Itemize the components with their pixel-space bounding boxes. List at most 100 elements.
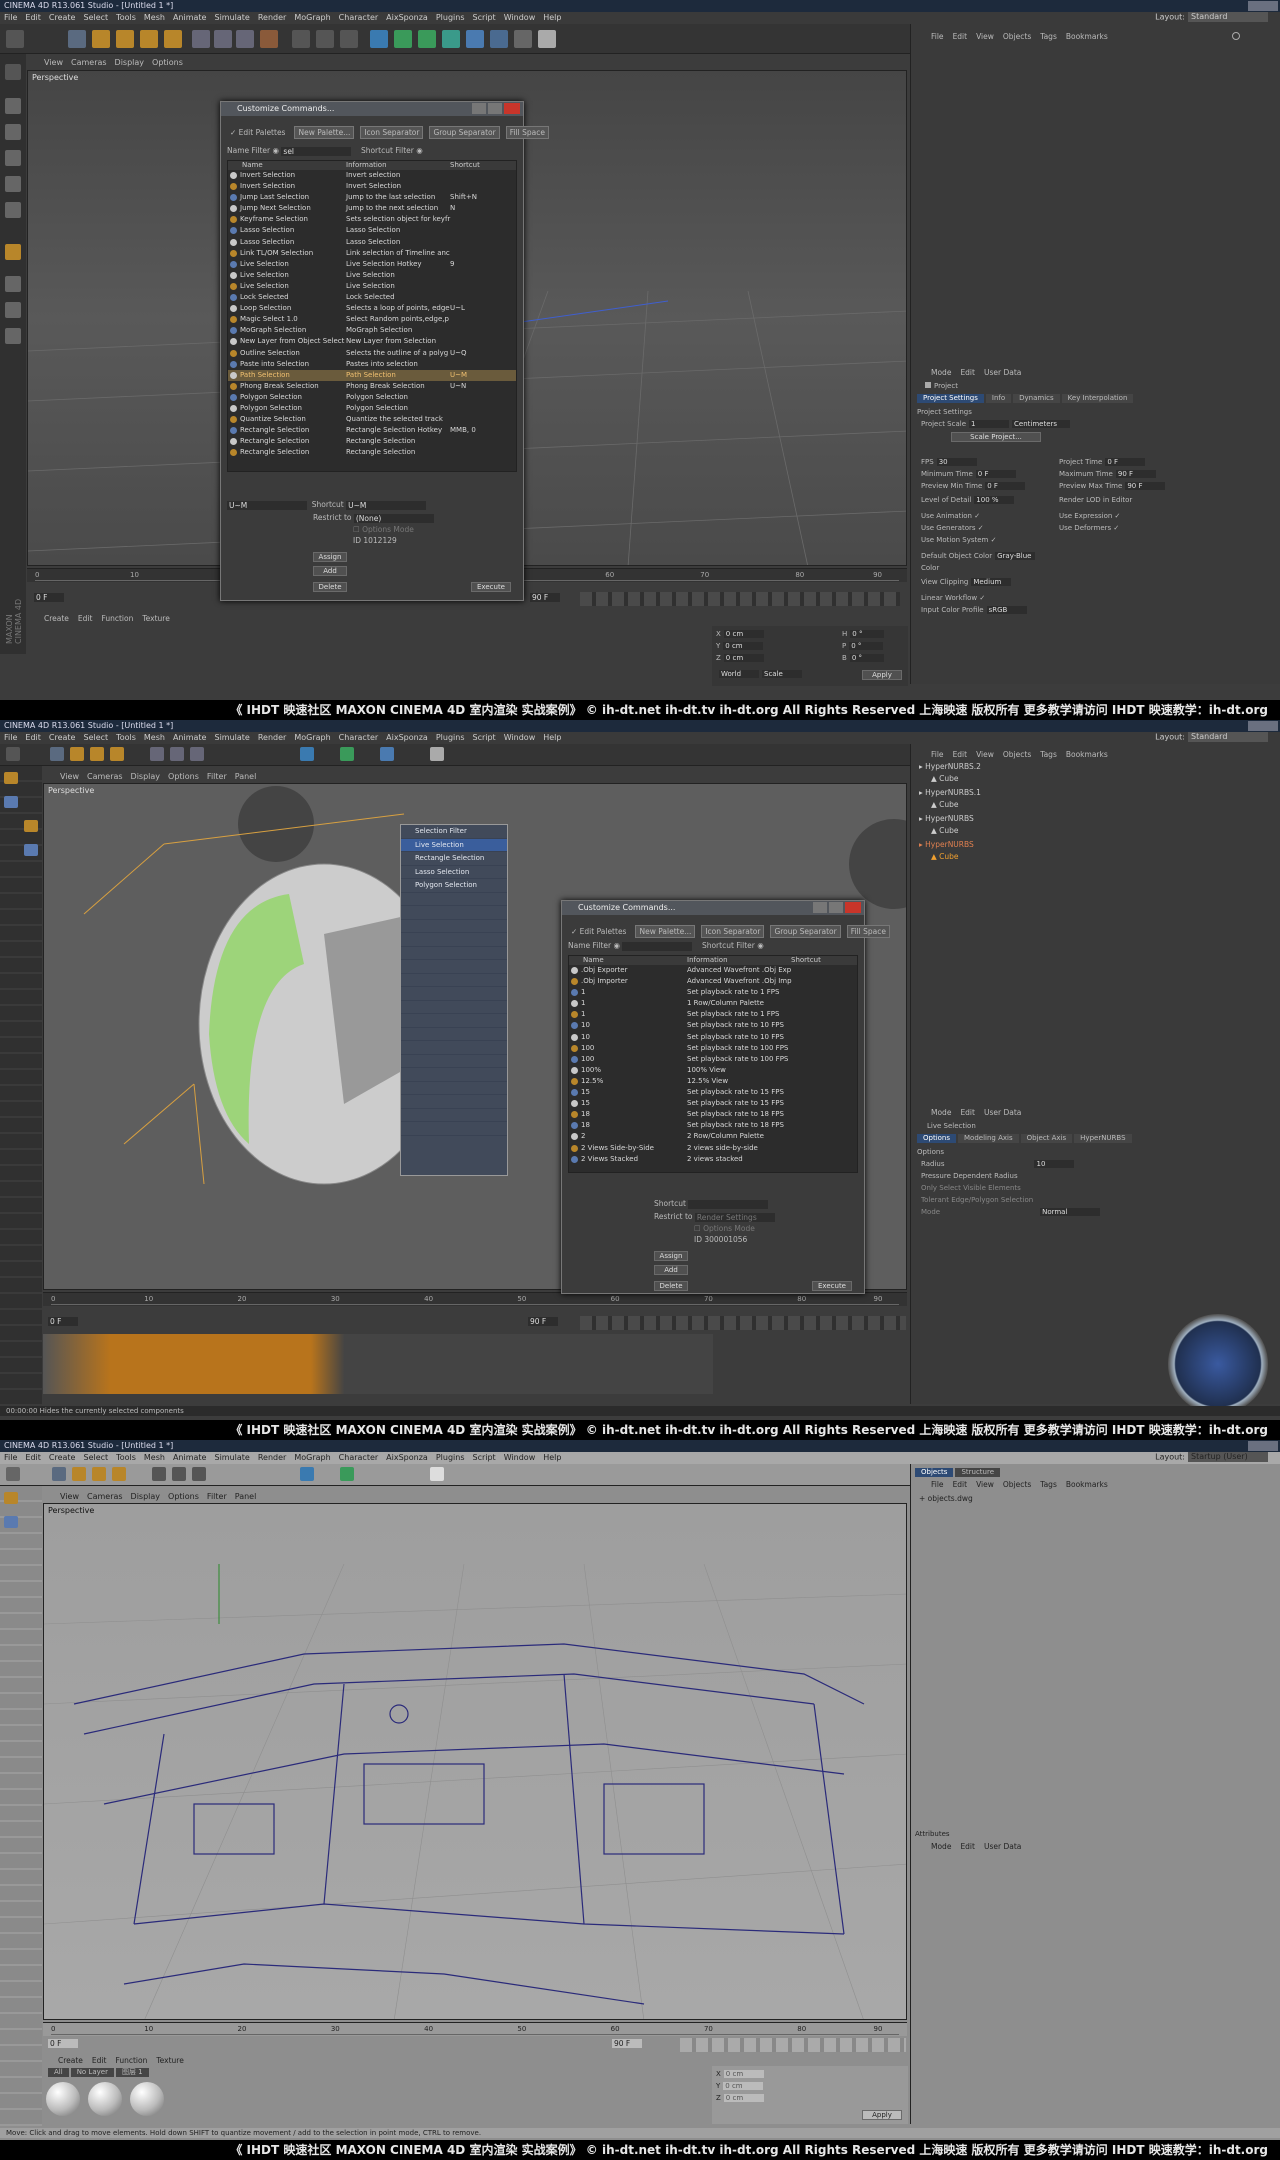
frame-start-field[interactable]: 0 F <box>48 2038 78 2048</box>
field-radius[interactable]: Radius 10 <box>921 1160 1075 1168</box>
menu-help[interactable]: Help <box>543 733 561 742</box>
polygons-mode-icon[interactable] <box>4 1516 18 1528</box>
grid-icon[interactable] <box>5 302 21 318</box>
vp-menu-panel[interactable]: Panel <box>235 1492 257 1501</box>
menu-window[interactable]: Window <box>504 13 536 22</box>
polygons-mode-icon[interactable] <box>5 202 21 218</box>
add-button[interactable]: Add <box>313 566 347 576</box>
field-pressure-radius[interactable]: Pressure Dependent Radius <box>921 1172 1018 1180</box>
command-row[interactable]: Live Selection Live Selection <box>228 281 516 292</box>
object-hypernurbs[interactable]: ▸ HyperNURBS <box>919 814 974 823</box>
command-row[interactable]: 10 Set playback rate to 10 FPS <box>569 1032 857 1043</box>
field-use-motion[interactable]: Use Motion System ✓ <box>921 536 996 544</box>
command-row[interactable]: Paste into Selection Pastes into selectio… <box>228 359 516 370</box>
vp-menu-display[interactable]: Display <box>131 772 161 781</box>
om-file[interactable]: File <box>931 750 944 759</box>
move-icon[interactable] <box>92 30 110 48</box>
command-row[interactable]: Live Selection Live Selection Hotkey 9 <box>228 259 516 270</box>
playback-controls[interactable] <box>580 1316 906 1330</box>
light-icon[interactable] <box>538 30 556 48</box>
menu-mesh[interactable]: Mesh <box>144 733 165 742</box>
menu-help[interactable]: Help <box>543 1453 561 1462</box>
attr-edit[interactable]: Edit <box>960 1842 975 1851</box>
frame-end-field[interactable]: 90 F <box>530 592 560 602</box>
menu-character[interactable]: Character <box>339 733 379 742</box>
menu-plugins[interactable]: Plugins <box>436 13 465 22</box>
live-selection-icon[interactable] <box>50 747 64 761</box>
close-button[interactable] <box>504 103 520 114</box>
tab-structure[interactable]: Structure <box>955 1468 1001 1477</box>
new-palette-button[interactable]: New Palette... <box>635 925 696 938</box>
menu-animate[interactable]: Animate <box>173 1453 207 1462</box>
command-row[interactable]: 18 Set playback rate to 18 FPS <box>569 1120 857 1131</box>
menu-animate[interactable]: Animate <box>173 733 207 742</box>
workplane-icon[interactable] <box>5 328 21 344</box>
popup-selection-filter[interactable]: Selection Filter <box>401 825 507 839</box>
menu-edit[interactable]: Edit <box>25 13 41 22</box>
vp-menu-view[interactable]: View <box>60 1492 79 1501</box>
window-controls[interactable] <box>1248 1 1278 11</box>
field-linear-workflow[interactable]: Linear Workflow ✓ <box>921 594 985 602</box>
om-edit[interactable]: Edit <box>953 32 968 41</box>
window-controls[interactable] <box>1248 1441 1278 1451</box>
y-axis-icon[interactable] <box>170 747 184 761</box>
tab-objects[interactable]: Objects <box>915 1468 954 1477</box>
command-list[interactable]: Name Information Shortcut .Obj Exporter Adv… <box>568 955 858 1173</box>
restrict-select[interactable]: (None) <box>353 513 434 523</box>
minimize-button[interactable] <box>472 103 486 114</box>
restrict-select[interactable]: Render Settings <box>694 1212 775 1222</box>
vp-menu-filter[interactable]: Filter <box>207 1492 227 1501</box>
snap-icon[interactable] <box>5 276 21 292</box>
layout-selector[interactable]: Layout: Startup (User) <box>1155 1452 1268 1462</box>
vp-menu-filter[interactable]: Filter <box>207 772 227 781</box>
scale-icon[interactable] <box>92 1467 106 1481</box>
menu-simulate[interactable]: Simulate <box>214 1453 249 1462</box>
object-cube[interactable]: ▲ Cube <box>931 826 959 835</box>
maximize-button[interactable] <box>488 103 502 114</box>
field-tolerant[interactable]: Tolerant Edge/Polygon Selection <box>921 1196 1033 1204</box>
group-separator-button[interactable]: Group Separator <box>770 925 841 938</box>
menu-character[interactable]: Character <box>339 13 379 22</box>
vp-menu-cameras[interactable]: Cameras <box>87 772 123 781</box>
rotate-icon[interactable] <box>112 1467 126 1481</box>
command-row[interactable]: MoGraph Selection MoGraph Selection <box>228 325 516 336</box>
edit-palettes-checkbox[interactable]: ✓ Edit Palettes <box>568 926 629 937</box>
undo-icon[interactable] <box>6 30 24 48</box>
apply-button[interactable]: Apply <box>862 2110 902 2120</box>
om-bookmarks[interactable]: Bookmarks <box>1066 750 1108 759</box>
field-use-expression[interactable]: Use Expression ✓ <box>1059 512 1120 520</box>
object-mode-icon[interactable] <box>5 98 21 114</box>
menu-file[interactable]: File <box>4 13 17 22</box>
menu-aixsponza[interactable]: AixSponza <box>386 733 428 742</box>
live-selection-icon[interactable] <box>52 1467 66 1481</box>
om-objects[interactable]: Objects <box>1003 1480 1031 1489</box>
execute-button[interactable]: Execute <box>471 582 511 592</box>
menu-aixsponza[interactable]: AixSponza <box>386 1453 428 1462</box>
mat-texture[interactable]: Texture <box>156 2056 183 2065</box>
menu-script[interactable]: Script <box>472 13 495 22</box>
timeline[interactable]: 0 10 20 30 40 50 60 70 80 90 <box>43 1292 907 1306</box>
field-only-visible[interactable]: Only Select Visible Elements <box>921 1184 1021 1192</box>
cube-icon[interactable] <box>300 747 314 761</box>
tab-options[interactable]: Options <box>917 1134 957 1143</box>
field-render-lod[interactable]: Render LOD in Editor <box>1059 496 1132 504</box>
command-row[interactable]: Polygon Selection Polygon Selection <box>228 403 516 414</box>
command-row[interactable]: Phong Break Selection Phong Break Selecti… <box>228 381 516 392</box>
attr-edit[interactable]: Edit <box>960 1108 975 1117</box>
attr-mode[interactable]: Mode <box>931 368 951 377</box>
om-file[interactable]: File <box>931 1480 944 1489</box>
z-axis-icon[interactable] <box>192 1467 206 1481</box>
move-icon[interactable] <box>72 1467 86 1481</box>
add-icon[interactable] <box>164 30 182 48</box>
om-view[interactable]: View <box>976 32 994 41</box>
add-button[interactable]: Add <box>654 1265 688 1275</box>
fill-space-button[interactable]: Fill Space <box>505 126 549 139</box>
maximize-button[interactable] <box>829 902 843 913</box>
pen-icon[interactable] <box>394 30 412 48</box>
om-view[interactable]: View <box>976 1480 994 1489</box>
field-use-deformers[interactable]: Use Deformers ✓ <box>1059 524 1119 532</box>
attr-edit[interactable]: Edit <box>960 368 975 377</box>
popup-lasso-selection[interactable]: Lasso Selection <box>401 866 507 879</box>
array-icon[interactable] <box>442 30 460 48</box>
field-input-profile[interactable]: Input Color Profile sRGB <box>921 606 1027 614</box>
